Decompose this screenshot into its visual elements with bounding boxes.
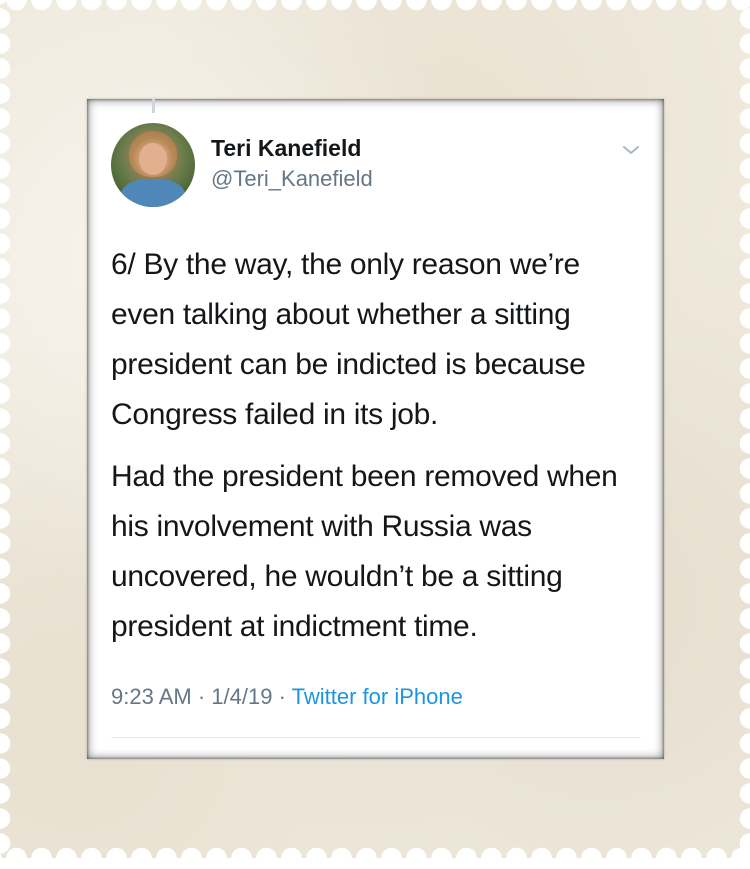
- divider: [111, 737, 641, 738]
- stamp-perforation-left: [0, 0, 11, 858]
- author-handle[interactable]: @Teri_Kanefield: [211, 166, 373, 192]
- tweet-date[interactable]: 1/4/19: [211, 684, 272, 709]
- stamp-perforation-right: [739, 0, 750, 858]
- tweet-paragraph: Had the president been removed when his …: [111, 460, 618, 643]
- meta-separator: ·: [278, 684, 286, 709]
- avatar[interactable]: [111, 123, 195, 207]
- chevron-down-icon[interactable]: [620, 142, 642, 158]
- tweet-paragraph: 6/ By the way, the only reason we’re eve…: [111, 248, 586, 431]
- tweet-time[interactable]: 9:23 AM: [111, 684, 192, 709]
- stamp-perforation-top: [0, 0, 750, 11]
- stamp-background: Teri Kanefield @Teri_Kanefield 6/ By the…: [0, 0, 750, 869]
- tweet-source-link[interactable]: Twitter for iPhone: [292, 684, 463, 709]
- tweet-text: 6/ By the way, the only reason we’re eve…: [111, 240, 651, 652]
- tweet-metadata: 9:23 AM · 1/4/19 · Twitter for iPhone: [111, 684, 463, 710]
- stamp-perforation-bottom: [0, 847, 750, 869]
- thread-connector-line: [152, 99, 155, 113]
- author-name[interactable]: Teri Kanefield: [211, 135, 361, 162]
- meta-separator: ·: [197, 684, 206, 709]
- tweet-card: Teri Kanefield @Teri_Kanefield 6/ By the…: [87, 99, 664, 759]
